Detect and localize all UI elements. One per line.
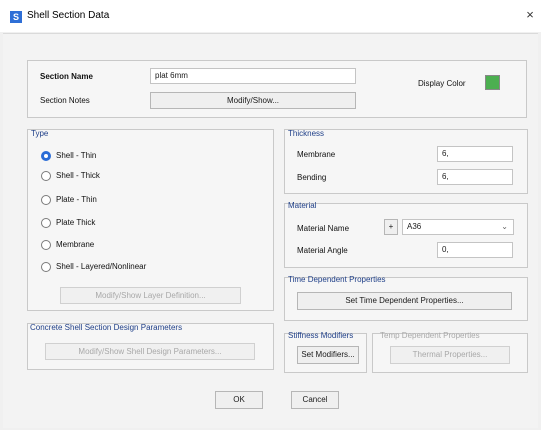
material-panel: [284, 203, 528, 268]
bending-label: Bending: [297, 173, 327, 182]
material-angle-label: Material Angle: [297, 246, 348, 255]
radio-shell-thin[interactable]: [41, 151, 51, 161]
close-icon[interactable]: ×: [523, 8, 537, 22]
ok-button[interactable]: OK: [215, 391, 263, 409]
radio-shell-thick[interactable]: [41, 171, 51, 181]
concrete-design-button[interactable]: Modify/Show Shell Design Parameters...: [45, 343, 255, 360]
membrane-input[interactable]: 6,: [437, 146, 513, 162]
chevron-down-icon: ⌄: [501, 222, 508, 231]
app-icon: S: [10, 11, 22, 23]
radio-shell-thin-label: Shell - Thin: [56, 151, 97, 160]
stiffness-panel-title: Stiffness Modifiers: [288, 331, 354, 340]
radio-plate-thin-label: Plate - Thin: [56, 195, 97, 204]
display-color-swatch[interactable]: [485, 75, 500, 90]
material-name-label: Material Name: [297, 224, 350, 233]
concrete-panel-title: Concrete Shell Section Design Parameters: [30, 323, 183, 332]
radio-plate-thin[interactable]: [41, 195, 51, 205]
material-add-button[interactable]: +: [384, 219, 398, 235]
section-notes-button[interactable]: Modify/Show...: [150, 92, 356, 109]
thickness-panel-title: Thickness: [288, 129, 325, 138]
radio-plate-thick[interactable]: [41, 218, 51, 228]
section-name-label: Section Name: [40, 72, 93, 81]
thermal-properties-button[interactable]: Thermal Properties...: [390, 346, 510, 364]
time-dependent-button[interactable]: Set Time Dependent Properties...: [297, 292, 512, 310]
radio-membrane[interactable]: [41, 240, 51, 250]
section-notes-label: Section Notes: [40, 96, 90, 105]
window-title: Shell Section Data: [27, 10, 110, 21]
material-angle-input[interactable]: 0,: [437, 242, 513, 258]
time-dependent-panel-title: Time Dependent Properties: [288, 275, 386, 284]
radio-plate-thick-label: Plate Thick: [56, 218, 96, 227]
type-panel-title: Type: [31, 129, 49, 138]
radio-membrane-label: Membrane: [56, 240, 95, 249]
section-name-input[interactable]: plat 6mm: [150, 68, 356, 84]
radio-shell-layered[interactable]: [41, 262, 51, 272]
layer-definition-button[interactable]: Modify/Show Layer Definition...: [60, 287, 241, 304]
cancel-button[interactable]: Cancel: [291, 391, 339, 409]
material-name-select[interactable]: A36 ⌄: [402, 219, 514, 235]
material-name-value: A36: [407, 222, 422, 231]
bending-input[interactable]: 6,: [437, 169, 513, 185]
material-panel-title: Material: [288, 201, 317, 210]
radio-shell-layered-label: Shell - Layered/Nonlinear: [56, 262, 147, 271]
membrane-label: Membrane: [297, 150, 336, 159]
title-bar: S Shell Section Data ×: [0, 0, 541, 32]
display-color-label: Display Color: [418, 79, 466, 88]
radio-shell-thick-label: Shell - Thick: [56, 171, 100, 180]
temp-dependent-panel-title: Temp Dependent Properties: [380, 331, 480, 340]
set-modifiers-button[interactable]: Set Modifiers...: [297, 346, 359, 364]
